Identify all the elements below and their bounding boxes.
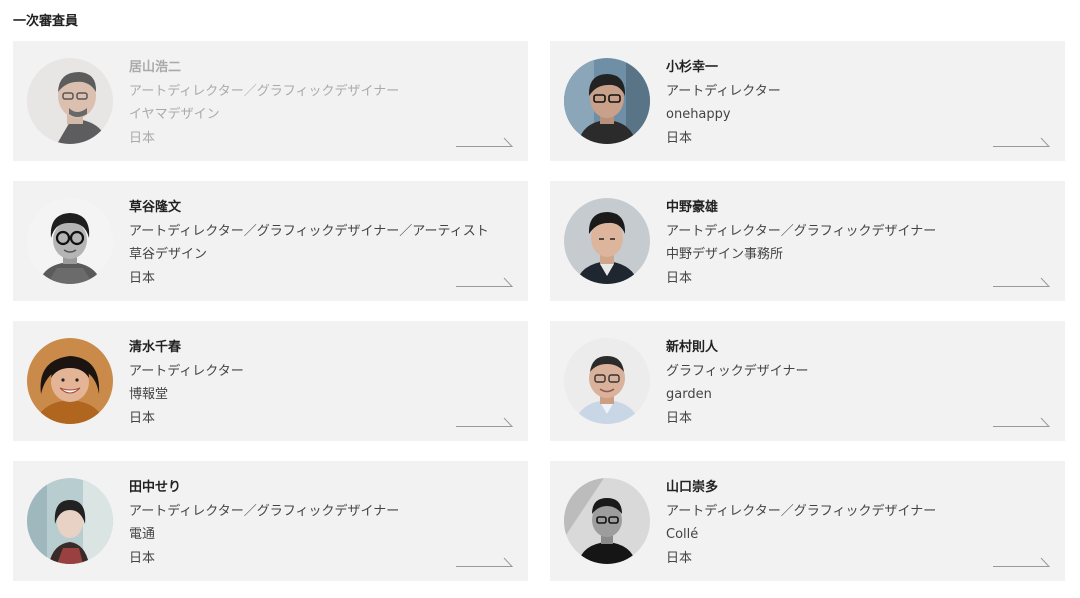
juror-card[interactable]: 新村則人 グラフィックデザイナー garden 日本	[550, 321, 1065, 441]
section-title: 一次審査員	[13, 14, 79, 29]
juror-company: イヤマデザイン	[129, 107, 220, 122]
juror-name: 小杉幸一	[666, 60, 719, 75]
long-arrow-right-icon[interactable]	[456, 275, 514, 287]
juror-role: アートディレクター／グラフィックデザイナー	[129, 503, 400, 519]
juror-name: 中野豪雄	[666, 200, 719, 215]
juror-company: Collé	[666, 527, 699, 542]
juror-company: 中野デザイン事務所	[666, 247, 784, 262]
long-arrow-right-icon[interactable]	[456, 135, 514, 147]
juror-role: アートディレクター／グラフィックデザイナー	[666, 223, 937, 239]
avatar	[564, 198, 650, 284]
juror-company: 電通	[129, 527, 156, 542]
juror-role: アートディレクター	[666, 83, 781, 99]
long-arrow-right-icon[interactable]	[456, 415, 514, 427]
juror-country: 日本	[666, 410, 693, 426]
juror-grid: 居山浩二 アートディレクター／グラフィックデザイナー イヤマデザイン 日本 小杉…	[13, 41, 1065, 581]
juror-card[interactable]: 田中せり アートディレクター／グラフィックデザイナー 電通 日本	[13, 461, 528, 581]
juror-name: 草谷隆文	[129, 200, 182, 215]
juror-country: 日本	[129, 410, 156, 426]
avatar	[27, 478, 113, 564]
juror-card[interactable]: 草谷隆文 アートディレクター／グラフィックデザイナー／アーティスト 草谷デザイン…	[13, 181, 528, 301]
long-arrow-right-icon[interactable]	[993, 275, 1051, 287]
juror-role: アートディレクター	[129, 363, 244, 379]
juror-name: 新村則人	[666, 340, 719, 355]
juror-country: 日本	[129, 270, 156, 286]
juror-name: 居山浩二	[129, 60, 182, 75]
avatar	[564, 478, 650, 564]
juror-country: 日本	[666, 270, 693, 286]
juror-card[interactable]: 清水千春 アートディレクター 博報堂 日本	[13, 321, 528, 441]
juror-info: 山口崇多 アートディレクター／グラフィックデザイナー Collé 日本	[666, 476, 936, 570]
juror-card[interactable]: 居山浩二 アートディレクター／グラフィックデザイナー イヤマデザイン 日本	[13, 41, 528, 161]
juror-company: 草谷デザイン	[129, 247, 208, 262]
juror-info: 中野豪雄 アートディレクター／グラフィックデザイナー 中野デザイン事務所 日本	[666, 196, 936, 290]
juror-company: onehappy	[666, 107, 731, 122]
long-arrow-right-icon[interactable]	[993, 135, 1051, 147]
avatar	[564, 338, 650, 424]
juror-name: 田中せり	[129, 480, 182, 495]
juror-info: 新村則人 グラフィックデザイナー garden 日本	[666, 336, 808, 430]
juror-card[interactable]: 山口崇多 アートディレクター／グラフィックデザイナー Collé 日本	[550, 461, 1065, 581]
juror-info: 清水千春 アートディレクター 博報堂 日本	[129, 336, 244, 430]
juror-name: 清水千春	[129, 340, 182, 355]
juror-info: 田中せり アートディレクター／グラフィックデザイナー 電通 日本	[129, 476, 399, 570]
juror-card[interactable]: 小杉幸一 アートディレクター onehappy 日本	[550, 41, 1065, 161]
juror-company: 博報堂	[129, 387, 169, 402]
juror-info: 居山浩二 アートディレクター／グラフィックデザイナー イヤマデザイン 日本	[129, 56, 399, 150]
avatar	[27, 338, 113, 424]
avatar	[564, 58, 650, 144]
juror-role: アートディレクター／グラフィックデザイナー	[666, 503, 937, 519]
avatar	[27, 58, 113, 144]
juror-card[interactable]: 中野豪雄 アートディレクター／グラフィックデザイナー 中野デザイン事務所 日本	[550, 181, 1065, 301]
long-arrow-right-icon[interactable]	[993, 415, 1051, 427]
juror-country: 日本	[666, 550, 693, 566]
juror-name: 山口崇多	[666, 480, 719, 495]
juror-country: 日本	[666, 130, 693, 146]
avatar	[27, 198, 113, 284]
long-arrow-right-icon[interactable]	[993, 555, 1051, 567]
juror-company: garden	[666, 387, 712, 402]
juror-country: 日本	[129, 130, 156, 146]
juror-role: アートディレクター／グラフィックデザイナー	[129, 83, 400, 99]
long-arrow-right-icon[interactable]	[456, 555, 514, 567]
juror-info: 草谷隆文 アートディレクター／グラフィックデザイナー／アーティスト 草谷デザイン…	[129, 196, 489, 290]
juror-role: グラフィックデザイナー	[666, 363, 809, 379]
juror-role: アートディレクター／グラフィックデザイナー／アーティスト	[129, 223, 489, 239]
juror-country: 日本	[129, 550, 156, 566]
juror-info: 小杉幸一 アートディレクター onehappy 日本	[666, 56, 781, 150]
